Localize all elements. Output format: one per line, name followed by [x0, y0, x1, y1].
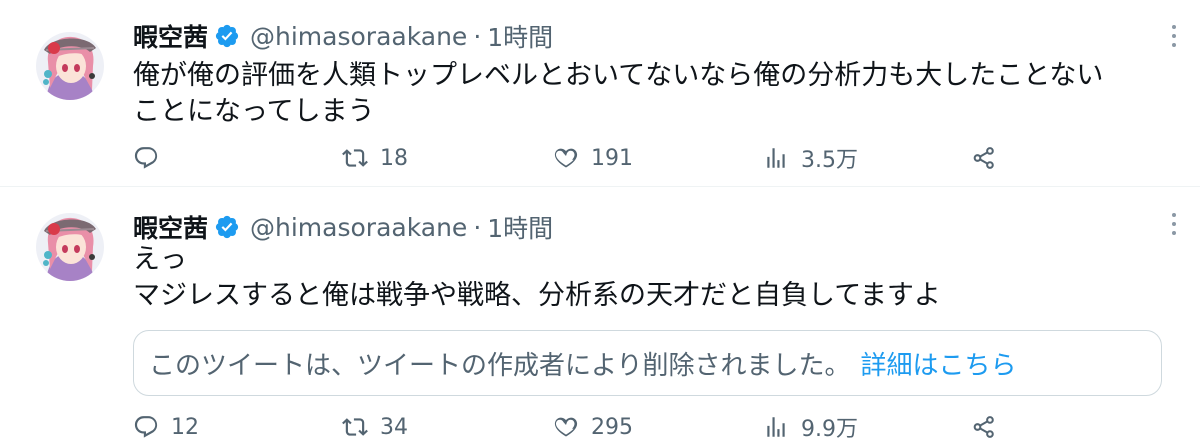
tweet-header: 暇空茜 @himasoraakane · 1時間 — [133, 16, 553, 56]
tweet-text-line: マジレスすると俺は戦争や戦略、分析系の天才だと自負してますよ — [133, 280, 941, 311]
tweet-text-line: ことになってしまう — [133, 96, 375, 127]
retweet-icon — [342, 418, 368, 436]
retweet-icon — [342, 149, 368, 167]
views-button[interactable]: 3.5万 — [763, 143, 858, 173]
reply-button[interactable]: 12 — [133, 412, 199, 442]
tweet[interactable]: 暇空茜 @himasoraakane · 1時間 えっ マジレスすると俺は戦争や… — [0, 187, 1200, 447]
share-button[interactable] — [971, 412, 997, 442]
heart-icon — [554, 148, 578, 168]
retweet-count: 34 — [380, 414, 408, 440]
like-count: 295 — [591, 414, 633, 440]
deleted-notice: このツイートは、ツイートの作成者により削除されました。 — [149, 350, 851, 381]
views-count: 9.9万 — [801, 417, 858, 442]
learn-more-link[interactable]: 詳細はこちら — [860, 345, 1016, 382]
views-chart-icon — [767, 148, 785, 168]
tweet[interactable]: 暇空茜 @himasoraakane · 1時間 俺が俺の評価を人類トップレベル… — [0, 0, 1200, 187]
reply-icon — [134, 147, 158, 169]
action-bar: 18 191 3.5万 — [0, 143, 1200, 173]
reply-button[interactable] — [133, 143, 159, 173]
like-count: 191 — [591, 145, 633, 171]
tweet-text-line: 俺が俺の評価を人類トップレベルとおいてないなら俺の分析力も大したことない — [133, 60, 1104, 91]
heart-icon — [554, 417, 578, 437]
user-handle[interactable]: @himasoraakane — [250, 22, 467, 51]
retweet-button[interactable]: 34 — [342, 412, 408, 442]
tweet-header: 暇空茜 @himasoraakane · 1時間 — [133, 207, 553, 247]
tweet-text-line: えっ — [133, 244, 187, 275]
timestamp[interactable]: 1時間 — [487, 209, 553, 245]
retweet-count: 18 — [380, 145, 408, 171]
views-button[interactable]: 9.9万 — [763, 412, 858, 442]
avatar[interactable] — [36, 32, 104, 100]
verified-badge-icon — [215, 215, 239, 239]
share-icon — [973, 416, 994, 438]
share-icon — [973, 147, 994, 169]
like-button[interactable]: 295 — [553, 412, 633, 442]
more-options-icon[interactable] — [1170, 22, 1178, 50]
display-name[interactable]: 暇空茜 — [133, 209, 208, 245]
separator-dot: · — [473, 21, 482, 51]
tweet-text: 俺が俺の評価を人類トップレベルとおいてないなら俺の分析力も大したことない ことに… — [133, 58, 1163, 130]
share-button[interactable] — [971, 143, 997, 173]
avatar[interactable] — [36, 213, 104, 281]
tweet-text: えっ マジレスすると俺は戦争や戦略、分析系の天才だと自負してますよ — [133, 242, 1163, 314]
display-name[interactable]: 暇空茜 — [133, 18, 208, 54]
separator-dot: · — [473, 212, 482, 242]
user-handle[interactable]: @himasoraakane — [250, 213, 467, 242]
timestamp[interactable]: 1時間 — [487, 18, 553, 54]
views-count: 3.5万 — [801, 148, 858, 173]
action-bar: 12 34 295 9.9万 — [0, 412, 1200, 442]
verified-badge-icon — [215, 24, 239, 48]
more-options-icon[interactable] — [1170, 210, 1178, 238]
retweet-button[interactable]: 18 — [342, 143, 408, 173]
views-chart-icon — [767, 417, 785, 437]
reply-count: 12 — [171, 414, 199, 440]
reply-icon — [134, 416, 158, 438]
like-button[interactable]: 191 — [553, 143, 633, 173]
deleted-quote-card: このツイートは、ツイートの作成者により削除されました。 詳細はこちら — [133, 330, 1162, 396]
